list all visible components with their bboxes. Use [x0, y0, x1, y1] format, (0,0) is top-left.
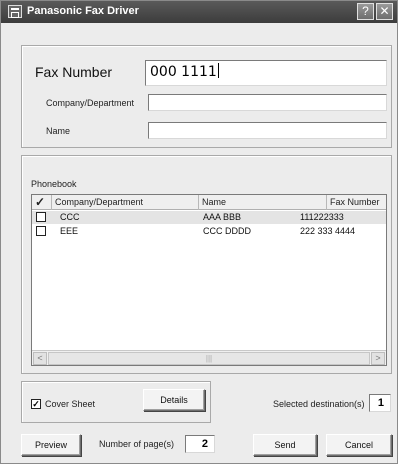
- cover-sheet-label: Cover Sheet: [45, 399, 96, 409]
- scroll-right-button[interactable]: >: [371, 352, 385, 365]
- help-button[interactable]: ?: [357, 3, 374, 20]
- company-input[interactable]: [148, 94, 387, 111]
- row-name: CCC DDDD: [203, 226, 251, 236]
- window-title: Panasonic Fax Driver: [27, 5, 139, 17]
- destination-panel: Fax Number 000 1111 Company/Department N…: [21, 45, 392, 148]
- cancel-button[interactable]: Cancel: [326, 434, 392, 456]
- fax-number-label: Fax Number: [35, 64, 113, 80]
- details-button[interactable]: Details: [143, 389, 205, 411]
- row-company: EEE: [60, 226, 79, 236]
- check-column-header[interactable]: ✓: [32, 195, 52, 210]
- selected-destinations-count: 1: [369, 394, 391, 412]
- row-checkbox[interactable]: [36, 226, 46, 236]
- phonebook-list[interactable]: ✓ Company/Department Name Fax Number CCC…: [31, 194, 387, 366]
- phonebook-row[interactable]: CCC AAA BBB 111222333: [32, 211, 386, 224]
- cover-sheet-checkbox[interactable]: ✓: [31, 399, 41, 409]
- company-column-header[interactable]: Company/Department: [52, 195, 199, 210]
- fax-number-value: 000 1111: [150, 64, 217, 80]
- name-column-header[interactable]: Name: [199, 195, 327, 210]
- text-caret: [217, 63, 219, 78]
- scroll-left-button[interactable]: <: [33, 352, 47, 365]
- send-button[interactable]: Send: [253, 434, 317, 456]
- selected-destinations-label: Selected destination(s): [273, 399, 365, 409]
- phonebook-header: ✓ Company/Department Name Fax Number: [32, 195, 386, 210]
- phonebook-label: Phonebook: [31, 179, 77, 189]
- pages-count: 2: [185, 435, 215, 453]
- row-company: CCC: [60, 212, 80, 222]
- scroll-thumb[interactable]: |||: [48, 352, 370, 365]
- row-checkbox[interactable]: [36, 212, 46, 222]
- company-label: Company/Department: [46, 98, 135, 108]
- row-fax: 111222333: [300, 212, 344, 222]
- pages-label: Number of page(s): [99, 439, 175, 449]
- fax-number-input[interactable]: 000 1111: [145, 60, 387, 86]
- title-bar[interactable]: Panasonic Fax Driver ? ✕: [1, 1, 397, 23]
- name-input[interactable]: [148, 122, 387, 139]
- name-label: Name: [46, 126, 71, 136]
- row-fax: 222 333 4444: [300, 226, 356, 236]
- fax-app-icon: [8, 5, 22, 18]
- fax-driver-window: Panasonic Fax Driver ? ✕ Fax Number 000 …: [0, 0, 398, 464]
- horizontal-scrollbar[interactable]: < ||| >: [32, 350, 386, 365]
- preview-button[interactable]: Preview: [21, 434, 81, 456]
- phonebook-row[interactable]: EEE CCC DDDD 222 333 4444: [32, 225, 386, 238]
- row-name: AAA BBB: [203, 212, 242, 222]
- close-button[interactable]: ✕: [376, 3, 393, 20]
- fax-column-header[interactable]: Fax Number: [327, 195, 386, 210]
